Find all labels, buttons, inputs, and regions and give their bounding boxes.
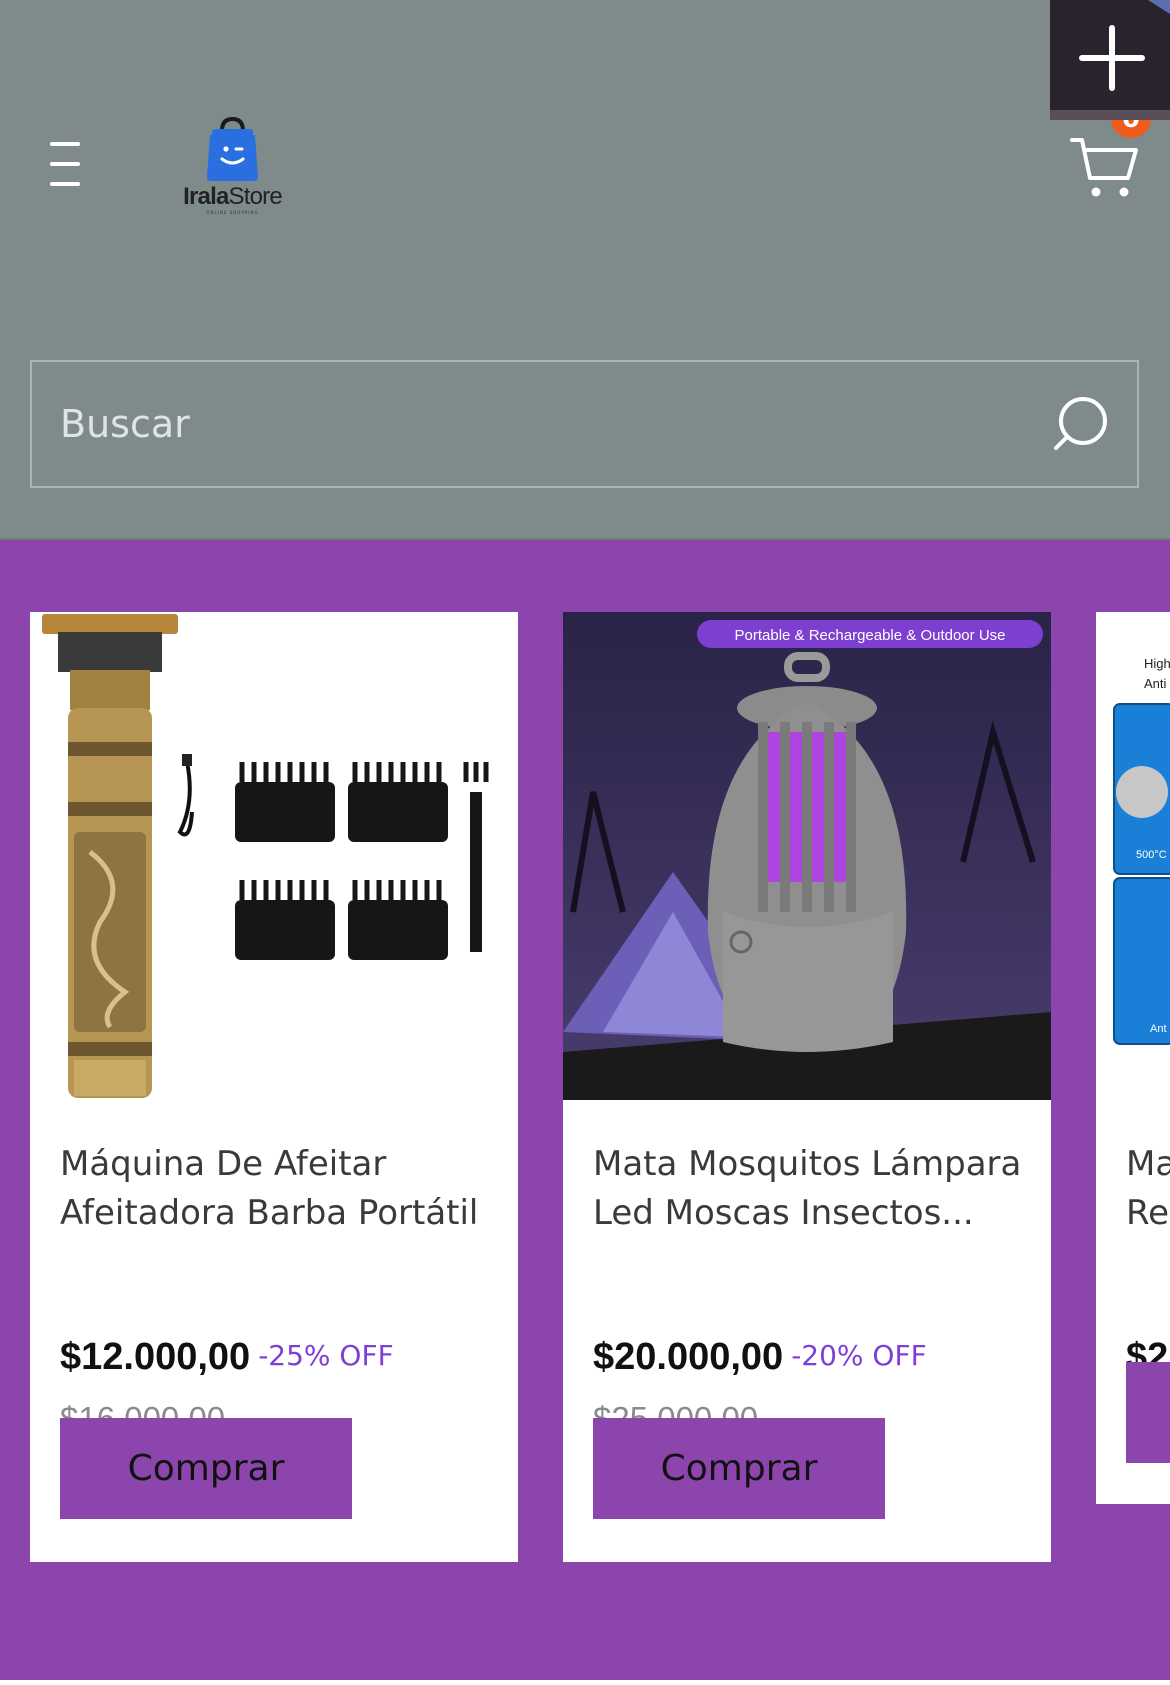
image-label: High	[1144, 656, 1170, 671]
price-row: $20.000,00 -20% OFF	[593, 1336, 1051, 1379]
image-label: Anti	[1144, 676, 1167, 691]
menu-icon[interactable]	[50, 138, 84, 190]
discount-label: -20% OFF	[791, 1339, 927, 1372]
product-title[interactable]: Máquina De Afeitar Afeitadora Barba Port…	[60, 1140, 500, 1238]
image-label: 500°C	[1136, 849, 1167, 861]
buy-button[interactable]: Comprar	[60, 1418, 352, 1519]
buy-button[interactable]	[1126, 1362, 1170, 1463]
image-label: Ant	[1150, 1023, 1167, 1035]
logo-tagline: ONLINE SHOPPING	[206, 210, 259, 215]
discount-label: -25% OFF	[258, 1339, 394, 1372]
plus-icon	[1079, 25, 1145, 91]
image-banner-text: Portable & Rechargeable & Outdoor Use	[735, 627, 1006, 644]
product-card[interactable]: Portable & Rechargeable & Outdoor Use Ma…	[563, 612, 1051, 1562]
cart-icon[interactable]	[1070, 134, 1140, 200]
logo-text: IralaStore	[183, 183, 283, 210]
search-input[interactable]	[32, 362, 1032, 486]
price-row: $12.000,00 -25% OFF	[60, 1336, 518, 1379]
product-carousel: Máquina De Afeitar Afeitadora Barba Port…	[0, 540, 1170, 1680]
product-price: $20.000,00	[593, 1336, 784, 1378]
product-image[interactable]	[30, 612, 518, 1100]
search-bar	[30, 360, 1139, 488]
add-button-strip	[1050, 110, 1170, 120]
buy-button[interactable]: Comprar	[593, 1418, 885, 1519]
product-card[interactable]: Máquina De Afeitar Afeitadora Barba Port…	[30, 612, 518, 1562]
search-icon[interactable]	[1050, 392, 1112, 454]
site-header: IralaStore ONLINE SHOPPING 0	[0, 0, 1170, 540]
product-image[interactable]: Portable & Rechargeable & Outdoor Use	[563, 612, 1051, 1100]
product-title[interactable]: Ma Re	[1126, 1140, 1170, 1238]
shopping-bag-logo-icon	[207, 116, 258, 181]
product-price: $12.000,00	[60, 1336, 251, 1378]
store-logo[interactable]: IralaStore ONLINE SHOPPING	[170, 115, 295, 225]
add-button[interactable]	[1050, 0, 1170, 120]
add-button-decor	[1148, 0, 1170, 14]
product-image[interactable]: High Anti 500°C Ant	[1096, 612, 1170, 1100]
product-card[interactable]: High Anti 500°C Ant Ma Re $2	[1096, 612, 1170, 1504]
product-title[interactable]: Mata Mosquitos Lámpara Led Moscas Insect…	[593, 1140, 1033, 1238]
